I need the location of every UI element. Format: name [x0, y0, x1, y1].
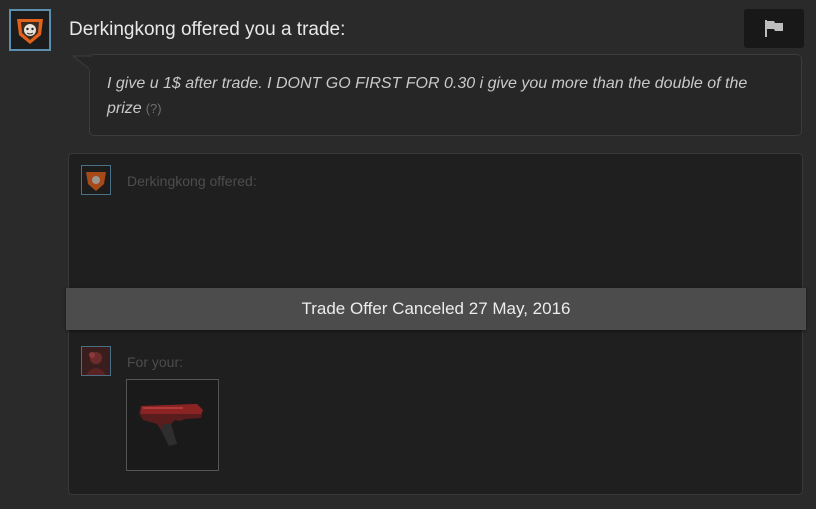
sender-avatar[interactable]	[9, 9, 51, 51]
recipient-avatar[interactable]	[81, 346, 111, 376]
trade-item-slot[interactable]	[126, 379, 219, 471]
offered-label: Derkingkong offered:	[127, 173, 257, 189]
for-your-label: For your:	[127, 354, 184, 370]
bulldog-avatar-icon	[11, 11, 49, 49]
offerer-avatar[interactable]	[81, 165, 111, 195]
trade-offer-title: Derkingkong offered you a trade:	[69, 19, 346, 40]
red-pistol-icon	[139, 404, 203, 446]
message-pointer	[72, 55, 92, 71]
bulldog-avatar-icon	[82, 166, 110, 194]
trade-message-text: I give u 1$ after trade. I DONT GO FIRST…	[107, 75, 748, 117]
trade-status-banner: Trade Offer Canceled 27 May, 2016	[66, 288, 806, 330]
trade-status-text: Trade Offer Canceled 27 May, 2016	[301, 299, 571, 318]
flag-icon	[765, 20, 783, 37]
report-button[interactable]	[744, 9, 804, 48]
user-avatar-icon	[82, 347, 110, 375]
help-link[interactable]: (?)	[146, 101, 162, 116]
trade-message: I give u 1$ after trade. I DONT GO FIRST…	[107, 71, 787, 121]
